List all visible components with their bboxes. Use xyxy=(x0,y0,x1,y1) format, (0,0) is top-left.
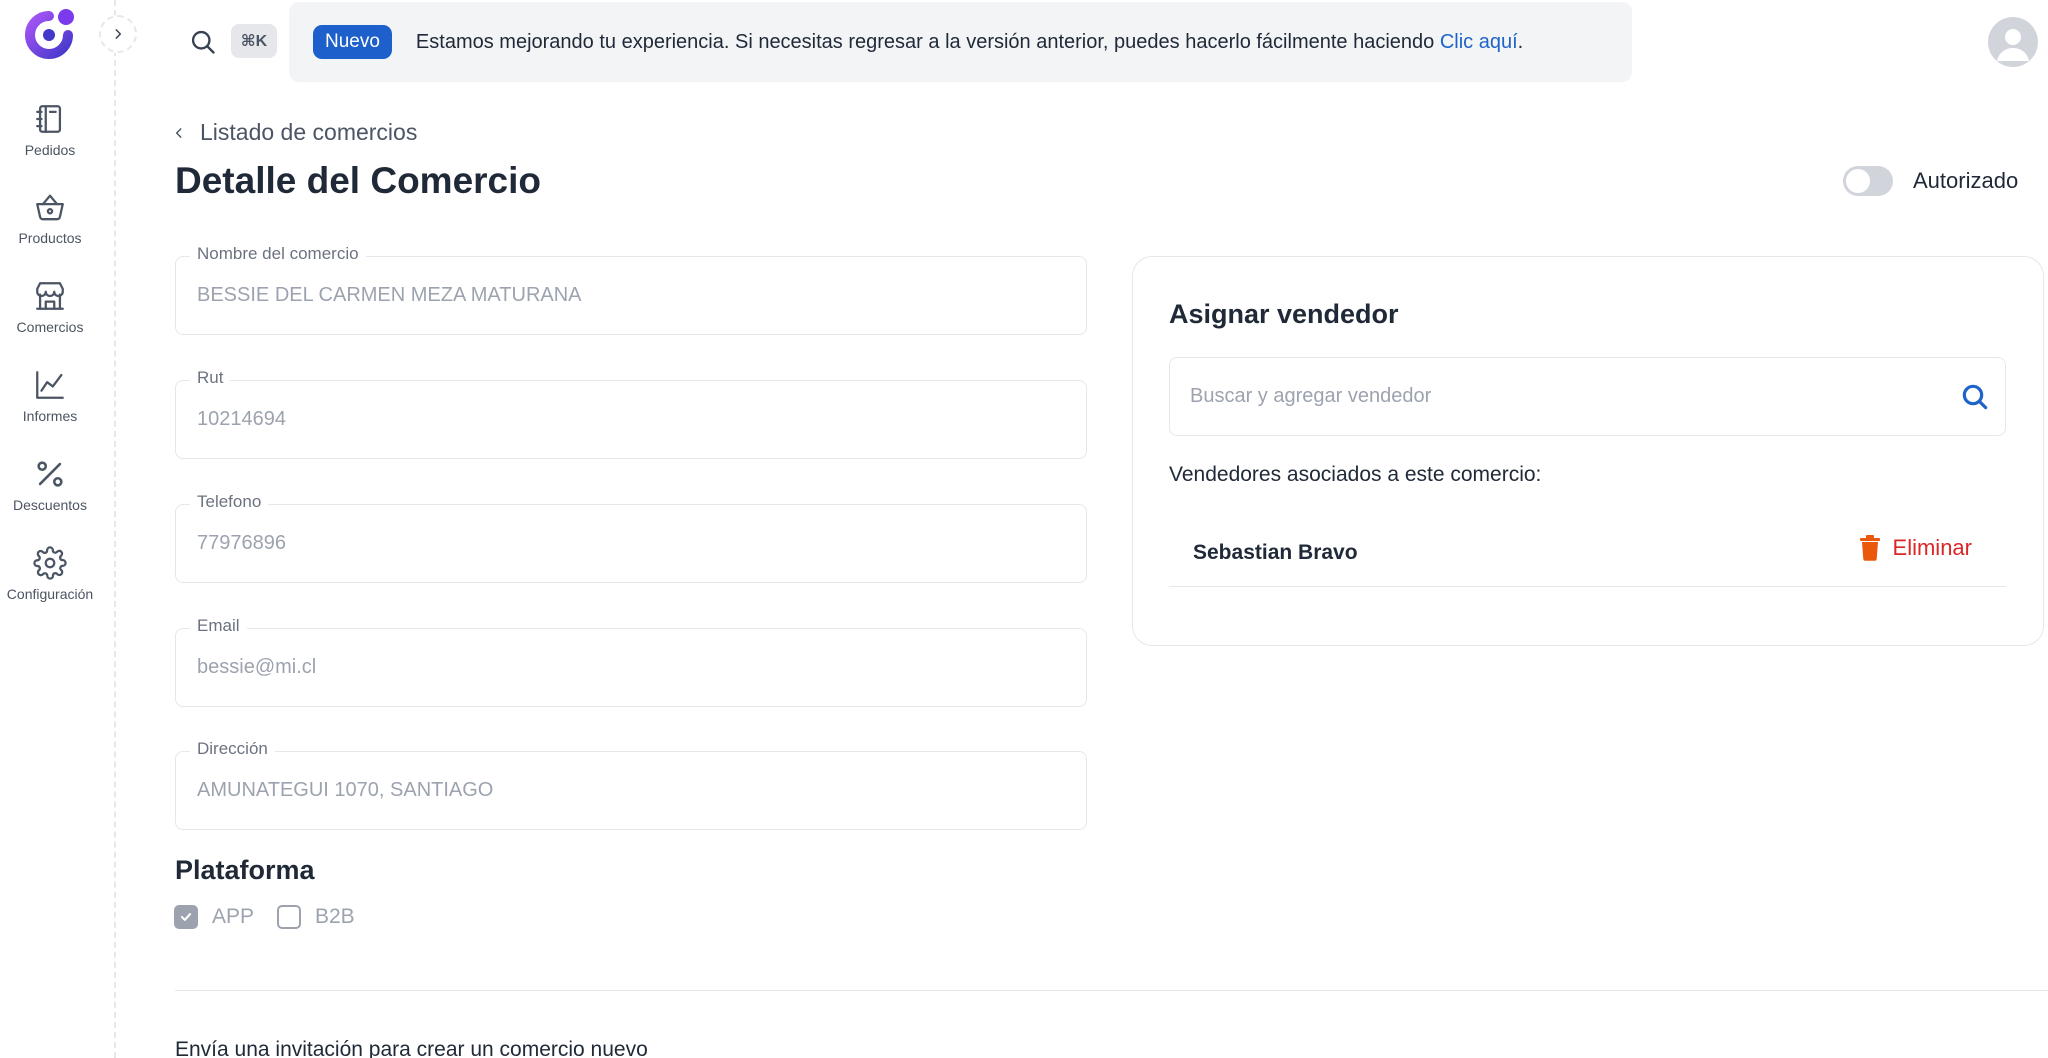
assign-vendor-card: Asignar vendedor Vendedores asociados a … xyxy=(1132,256,2044,646)
field-value: bessie@mi.cl xyxy=(197,656,317,678)
chevron-right-icon xyxy=(115,29,122,39)
search-icon xyxy=(191,30,215,54)
sidebar-item-label: Pedidos xyxy=(24,142,76,158)
vendor-search-button[interactable] xyxy=(1959,381,1991,413)
sidebar-item-informes[interactable]: Informes xyxy=(0,368,100,424)
associated-vendors-label: Vendedores asociados a este comercio: xyxy=(1169,463,1542,486)
field-label: Nombre del comercio xyxy=(190,244,366,264)
authorized-label: Autorizado xyxy=(1913,168,2019,193)
search-shortcut-badge: ⌘K xyxy=(231,24,277,58)
sidebar-collapse-button[interactable] xyxy=(99,15,137,53)
vendor-name: Sebastian Bravo xyxy=(1193,541,1358,564)
toggle-knob xyxy=(1846,169,1870,193)
chart-line-icon xyxy=(36,371,64,399)
trash-icon xyxy=(1859,535,1880,561)
section-divider xyxy=(175,990,2048,991)
platform-b2b-option[interactable]: B2B xyxy=(277,905,355,929)
authorized-toggle[interactable] xyxy=(1843,166,1893,196)
field-value: BESSIE DEL CARMEN MEZA MATURANA xyxy=(197,284,582,306)
sidebar-item-label: Comercios xyxy=(16,319,84,335)
previous-version-link[interactable]: Clic aquí xyxy=(1440,31,1518,53)
new-badge: Nuevo xyxy=(313,25,392,59)
chevron-left-icon xyxy=(175,127,182,138)
email-field[interactable]: Email bessie@mi.cl xyxy=(175,616,1087,707)
check-icon xyxy=(180,913,192,921)
basket-icon xyxy=(36,194,64,221)
sidebar-item-productos[interactable]: Productos xyxy=(0,190,100,246)
store-icon xyxy=(36,282,64,310)
sidebar-item-label: Configuración xyxy=(6,586,94,602)
announcement-banner: Nuevo Estamos mejorando tu experiencia. … xyxy=(289,2,1632,82)
sidebar-item-configuracion[interactable]: Configuración xyxy=(0,546,100,602)
platform-app-checkbox[interactable] xyxy=(174,905,198,929)
platform-b2b-checkbox[interactable] xyxy=(277,905,301,929)
sidebar-item-comercios[interactable]: Comercios xyxy=(0,279,100,335)
notebook-icon xyxy=(36,105,62,133)
user-icon xyxy=(1997,29,2029,61)
search-icon xyxy=(1962,384,1988,410)
breadcrumb[interactable]: Listado de comercios xyxy=(172,119,417,146)
sidebar-item-label: Productos xyxy=(18,230,82,246)
phone-field[interactable]: Telefono 77976896 xyxy=(175,492,1087,583)
banner-end: . xyxy=(1517,30,1524,53)
page-title: Detalle del Comercio xyxy=(175,160,542,201)
field-value: 77976896 xyxy=(197,532,286,554)
percent-icon xyxy=(37,461,63,487)
avatar[interactable] xyxy=(1988,17,2038,67)
sidebar-item-label: Descuentos xyxy=(13,497,87,513)
sidebar-item-label: Informes xyxy=(22,408,78,424)
field-label: Email xyxy=(190,616,247,636)
global-search-button[interactable] xyxy=(189,28,217,56)
remove-vendor-label: Eliminar xyxy=(1892,535,1972,560)
platform-app-label: APP xyxy=(212,905,255,928)
vendor-row: Sebastian Bravo Eliminar xyxy=(1169,517,2006,587)
field-label: Rut xyxy=(190,368,231,388)
address-field[interactable]: Dirección AMUNATEGUI 1070, SANTIAGO xyxy=(175,739,1087,830)
sidebar: Pedidos Productos Comercios Informes Des… xyxy=(0,0,116,1058)
app-logo[interactable] xyxy=(19,4,79,66)
field-value: AMUNATEGUI 1070, SANTIAGO xyxy=(197,779,494,801)
banner-text: Estamos mejorando tu experiencia. Si nec… xyxy=(416,31,1523,54)
field-label: Dirección xyxy=(190,739,275,759)
vendor-search-input[interactable] xyxy=(1169,357,2006,436)
sidebar-item-pedidos[interactable]: Pedidos xyxy=(0,102,100,158)
authorized-toggle-group: Autorizado xyxy=(1843,166,2018,196)
field-value: 10214694 xyxy=(197,408,286,430)
platform-app-option[interactable]: APP xyxy=(174,905,254,929)
invite-text: Envía una invitación para crear un comer… xyxy=(175,1038,648,1058)
rut-field[interactable]: Rut 10214694 xyxy=(175,368,1087,459)
commerce-name-field[interactable]: Nombre del comercio BESSIE DEL CARMEN ME… xyxy=(175,244,1087,335)
card-title: Asignar vendedor xyxy=(1169,299,1399,329)
breadcrumb-label: Listado de comercios xyxy=(200,119,418,145)
sidebar-item-descuentos[interactable]: Descuentos xyxy=(0,457,100,513)
platform-title: Plataforma xyxy=(175,855,315,885)
platform-b2b-label: B2B xyxy=(315,905,355,928)
remove-vendor-button[interactable]: Eliminar xyxy=(1859,535,1972,561)
banner-message: Estamos mejorando tu experiencia. Si nec… xyxy=(415,30,1435,53)
gear-icon xyxy=(33,546,67,580)
field-label: Telefono xyxy=(190,492,269,512)
